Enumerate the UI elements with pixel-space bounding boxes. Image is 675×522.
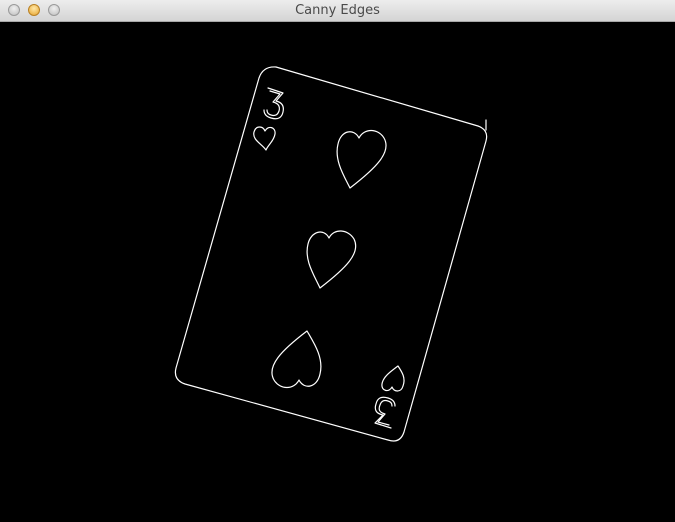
title-bar[interactable]: Canny Edges: [0, 0, 675, 22]
card-outline: [174, 66, 488, 442]
index-heart-bottom-icon: [381, 365, 405, 392]
app-window: Canny Edges: [0, 0, 675, 522]
window-title: Canny Edges: [295, 3, 380, 18]
pip-heart-3-icon: [271, 330, 322, 389]
index-rank-bottom-icon: [374, 396, 396, 429]
card-edge-drawing: [174, 66, 488, 442]
index-heart-top-icon: [253, 126, 276, 151]
pip-heart-2-icon: [306, 230, 357, 289]
pip-heart-1-icon: [336, 129, 387, 189]
edge-image-canvas: [0, 22, 675, 522]
index-rank-top-icon: [263, 87, 284, 120]
